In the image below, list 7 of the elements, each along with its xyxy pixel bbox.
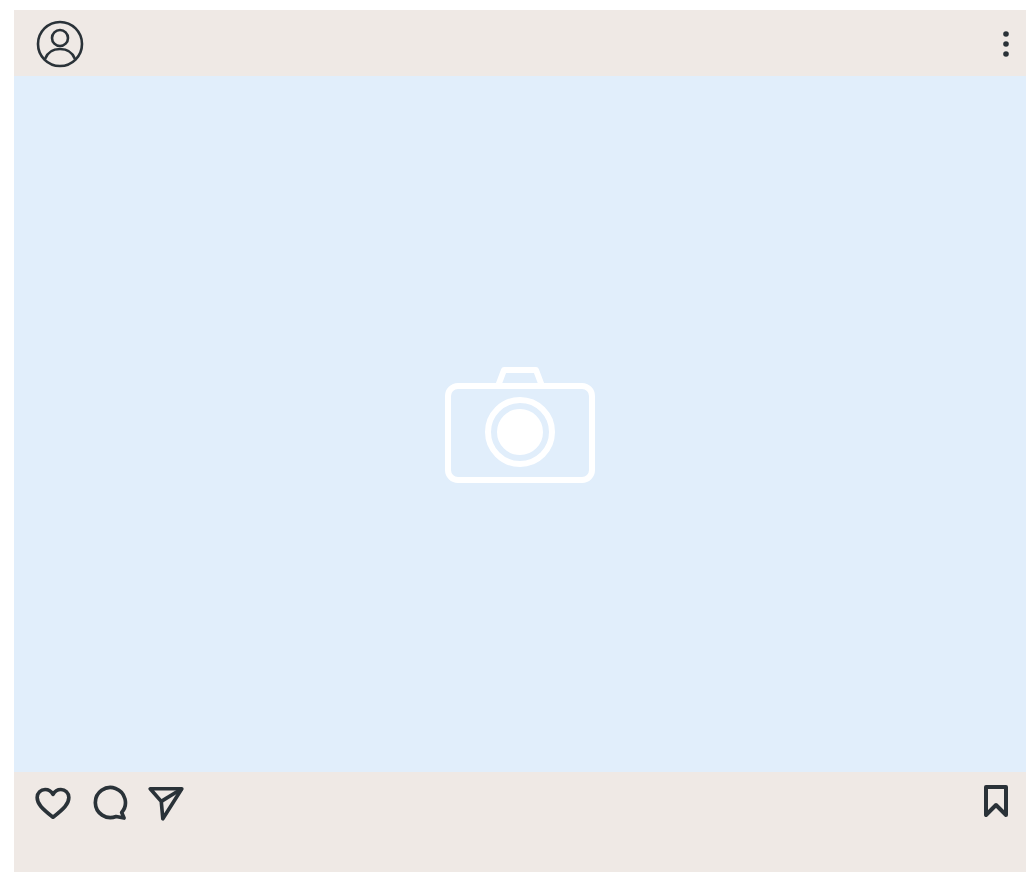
send-icon[interactable] bbox=[146, 784, 186, 822]
more-options-button[interactable] bbox=[1002, 29, 1010, 57]
avatar-icon bbox=[36, 19, 84, 67]
heart-icon[interactable] bbox=[34, 784, 72, 822]
camera-icon bbox=[444, 364, 596, 484]
bookmark-icon[interactable] bbox=[982, 784, 1010, 818]
comment-icon[interactable] bbox=[90, 784, 128, 822]
